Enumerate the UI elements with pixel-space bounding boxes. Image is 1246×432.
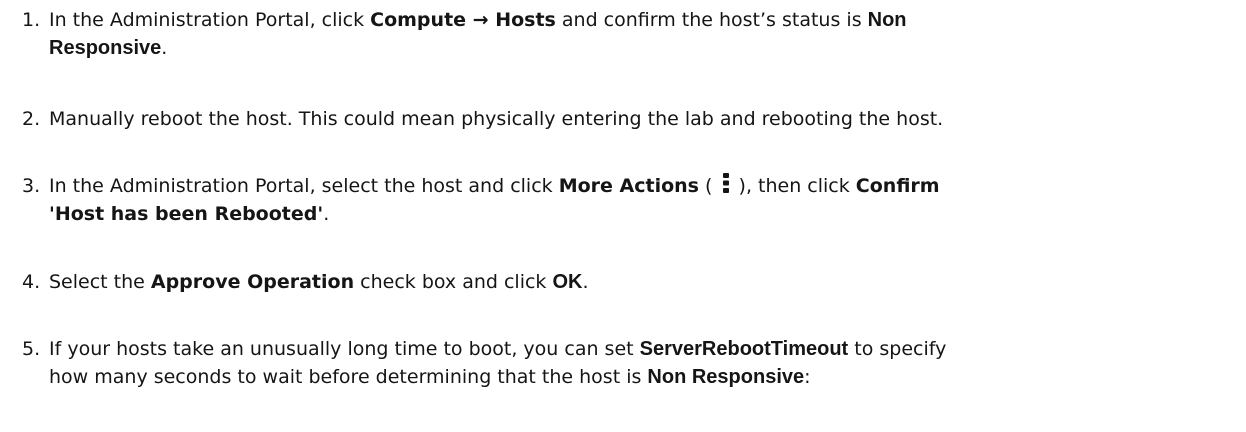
step-1-line-1: 1. In the Administration Portal, click Co… xyxy=(22,6,1222,34)
procedure-list: 1. In the Administration Portal, click Co… xyxy=(0,0,1246,432)
step-text: If your hosts take an unusually long tim… xyxy=(49,338,640,360)
step-1-line-2: Responsive. xyxy=(22,34,1222,62)
step-text: how many seconds to wait before determin… xyxy=(49,366,648,388)
step-5-line-1: 5. If your hosts take an unusually long t… xyxy=(22,335,1222,363)
step-text: Manually reboot the host. This could mea… xyxy=(49,108,944,130)
status-responsive: Responsive xyxy=(49,37,162,59)
status-non: Non xyxy=(867,9,907,31)
step-text: In the Administration Portal, click xyxy=(49,9,371,31)
step-5: 5. If your hosts take an unusually long t… xyxy=(22,335,1222,391)
step-number: 1. xyxy=(22,9,41,31)
step-3-line-2: 'Host has been Rebooted'. xyxy=(22,200,1222,228)
gui-label-compute: Compute xyxy=(370,9,467,31)
step-number: 2. xyxy=(22,108,41,130)
status-non-responsive: Non Responsive xyxy=(647,366,805,388)
step-number: 5. xyxy=(22,338,41,360)
step-text: . xyxy=(323,203,330,225)
step-text: and confirm the host’s status is xyxy=(555,9,868,31)
step-text: In the Administration Portal, select the… xyxy=(49,175,559,197)
gui-label-confirm: Confirm xyxy=(855,175,940,197)
step-text: : xyxy=(804,366,811,388)
step-4-line-1: 4. Select the Approve Operation check box… xyxy=(22,268,1222,296)
step-number: 4. xyxy=(22,271,41,293)
gui-label-host-rebooted: 'Host has been Rebooted' xyxy=(49,203,324,225)
step-text: check box and click xyxy=(354,271,553,293)
step-4: 4. Select the Approve Operation check box… xyxy=(22,268,1222,296)
gui-label-approve-operation: Approve Operation xyxy=(150,271,355,293)
kebab-vertical-icon xyxy=(722,173,729,193)
gui-label-more-actions: More Actions xyxy=(558,175,699,197)
menu-arrow: → xyxy=(466,9,496,31)
gui-label-hosts: Hosts xyxy=(495,9,556,31)
step-text: ( xyxy=(699,175,719,197)
step-2-line-1: 2. Manually reboot the host. This could m… xyxy=(22,105,1222,133)
step-text: ), then click xyxy=(732,175,856,197)
step-5-line-2: how many seconds to wait before determin… xyxy=(22,363,1222,391)
step-text: Select the xyxy=(49,271,151,293)
step-3: 3. In the Administration Portal, select t… xyxy=(22,172,1222,228)
step-number: 3. xyxy=(22,175,41,197)
step-1: 1. In the Administration Portal, click Co… xyxy=(22,6,1222,62)
step-text: . xyxy=(161,37,168,59)
step-2: 2. Manually reboot the host. This could m… xyxy=(22,105,1222,133)
config-key-server-reboot-timeout: ServerRebootTimeout xyxy=(639,338,849,360)
step-text: to specify xyxy=(848,338,947,360)
gui-label-ok: OK xyxy=(552,271,583,293)
step-text: . xyxy=(582,271,589,293)
step-3-line-1: 3. In the Administration Portal, select t… xyxy=(22,172,1222,200)
